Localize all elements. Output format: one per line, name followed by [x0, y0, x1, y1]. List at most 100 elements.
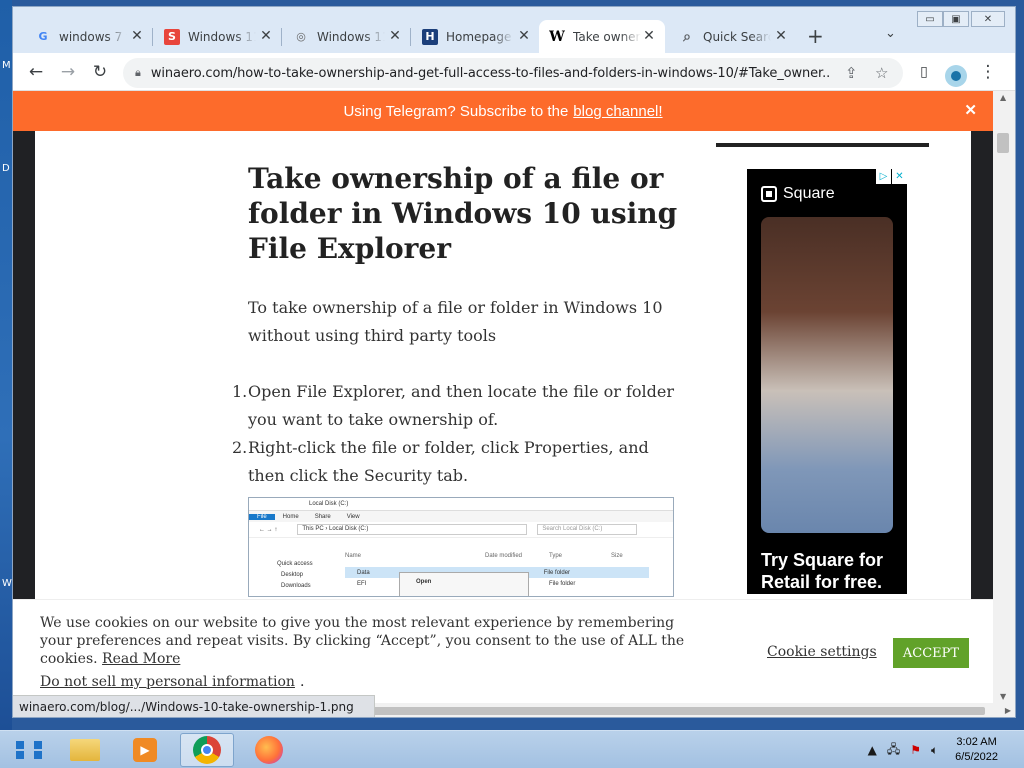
close-tab-icon[interactable]: ✕ — [387, 28, 403, 44]
url-text[interactable]: winaero.com/how-to-take-ownership-and-ge… — [151, 66, 831, 81]
list-item: 1. Open File Explorer, and then locate th… — [232, 382, 675, 429]
maximize-button[interactable]: ▣ — [943, 11, 969, 27]
screenshot-context-menu: Open — [399, 572, 529, 596]
tab-homepage[interactable]: H Homepage ✕ — [412, 20, 540, 53]
tab-windows7-taskbar[interactable]: G windows 7 taskbar ✕ — [25, 20, 153, 53]
article: Take ownership of a file or folder in Wi… — [232, 161, 678, 490]
chrome-icon — [193, 736, 221, 764]
tab-windows11-b[interactable]: ◎ Windows 11 ✕ — [283, 20, 411, 53]
square-logo-icon — [761, 186, 777, 202]
blog-channel-link[interactable]: blog channel! — [573, 103, 662, 120]
forward-button[interactable]: → — [57, 61, 79, 83]
column-header: Type — [549, 552, 563, 559]
table-cell: File folder — [549, 580, 576, 587]
scroll-up-icon[interactable]: ▲ — [1000, 93, 1006, 102]
desktop-strip: M D W — [0, 0, 12, 730]
close-tab-icon[interactable]: ✕ — [773, 28, 789, 44]
media-player-taskbar-button[interactable]: ▶ — [118, 733, 172, 767]
ad-headline: Try Square for Retail for free. — [761, 550, 884, 592]
action-center-icon[interactable]: ⚑ — [910, 743, 921, 757]
tab-title: Homepage — [446, 29, 512, 44]
start-button[interactable] — [8, 733, 44, 767]
tab-windows11-a[interactable]: S Windows 11 ✕ — [154, 20, 282, 53]
article-screenshot-image[interactable]: Local Disk (C:) File Home Share View ← →… — [248, 497, 674, 597]
tab-strip: ▭ ▣ ✕ G windows 7 taskbar ✕ S Windows 11… — [13, 7, 1015, 53]
menu-dots-icon[interactable]: ⋮ — [977, 61, 999, 83]
show-hidden-icons-icon[interactable]: ▲ — [868, 743, 877, 757]
ribbon-tab: File — [249, 513, 275, 520]
tab-title: Quick Search — [703, 29, 771, 44]
close-tab-icon[interactable]: ✕ — [641, 28, 657, 44]
close-tab-icon[interactable]: ✕ — [258, 28, 274, 44]
network-icon[interactable]: 🖧︎ — [887, 740, 900, 761]
tab-title: Take ownership — [573, 29, 641, 44]
tab-take-ownership[interactable]: W Take ownership ✕ — [539, 20, 665, 53]
desktop-icon-label: D — [2, 163, 10, 174]
scroll-thumb[interactable] — [345, 707, 985, 715]
tab-quick-search[interactable]: ⌕ Quick Search ✕ — [669, 20, 797, 53]
horizontal-scrollbar[interactable]: ▶ — [343, 703, 1015, 717]
read-more-link[interactable]: Read More — [102, 651, 180, 667]
close-window-button[interactable]: ✕ — [971, 11, 1005, 27]
file-explorer-taskbar-button[interactable] — [58, 733, 112, 767]
sidebar-divider — [716, 143, 929, 147]
site-favicon-icon: H — [422, 28, 438, 45]
close-tab-icon[interactable]: ✕ — [516, 28, 532, 44]
banner-text: Using Telegram? Subscribe to the — [343, 102, 569, 120]
ad-photo-image — [761, 217, 893, 533]
system-tray: ▲ 🖧︎ ⚑ 🔈︎ 3:02 AM 6/5/2022 — [863, 731, 1024, 768]
site-favicon-icon: S — [164, 28, 180, 45]
maximize-icon: ▣ — [951, 13, 961, 25]
column-header: Date modified — [485, 552, 523, 559]
firefox-taskbar-button[interactable] — [242, 733, 296, 767]
vertical-scrollbar[interactable]: ▲ ▼ — [993, 91, 1015, 703]
article-intro: To take ownership of a file or folder in… — [248, 298, 663, 345]
article-heading: Take ownership of a file or folder in Wi… — [248, 162, 678, 265]
close-tab-icon[interactable]: ✕ — [129, 28, 145, 44]
google-favicon-icon: G — [38, 30, 48, 43]
reload-button[interactable]: ↻ — [89, 61, 111, 83]
desktop-icon-label: W — [2, 578, 12, 589]
new-tab-button[interactable]: + — [807, 26, 824, 46]
tab-title: Windows 11 — [188, 29, 256, 44]
chrome-taskbar-button[interactable] — [180, 733, 234, 767]
table-row: EFI — [357, 580, 367, 587]
folder-icon — [70, 739, 100, 761]
screenshot-address: This PC › Local Disk (C:) — [297, 524, 528, 535]
list-item: 2. Right-click the file or folder, click … — [232, 438, 649, 485]
volume-icon[interactable]: 🔈︎ — [931, 743, 938, 758]
back-button[interactable]: ← — [25, 61, 47, 83]
winaero-favicon-icon: W — [549, 28, 565, 45]
accept-cookies-button[interactable]: ACCEPT — [893, 638, 969, 668]
taskbar: ▶ ▲ 🖧︎ ⚑ 🔈︎ 3:02 AM 6/5/2022 — [0, 730, 1024, 768]
page-viewport: Using Telegram? Subscribe to the blog ch… — [13, 91, 993, 703]
column-header: Size — [611, 552, 623, 559]
cookie-settings-link[interactable]: Cookie settings — [767, 644, 877, 660]
tab-search-chevron-icon[interactable]: ⌄ — [885, 26, 896, 41]
scroll-right-icon[interactable]: ▶ — [1005, 706, 1011, 715]
lock-icon[interactable]: 🔒︎ — [135, 66, 141, 80]
clock[interactable]: 3:02 AM 6/5/2022 — [955, 735, 998, 765]
browser-window: ▭ ▣ ✕ G windows 7 taskbar ✕ S Windows 11… — [12, 6, 1016, 718]
square-ad[interactable]: ▷ ✕ Square Try Square for Retail for fre… — [747, 169, 907, 594]
scroll-down-icon[interactable]: ▼ — [1000, 692, 1006, 701]
minimize-button[interactable]: ▭ — [917, 11, 943, 27]
ad-close-icon[interactable]: ✕ — [892, 169, 907, 184]
clock-date: 6/5/2022 — [955, 751, 998, 763]
adchoices-icon[interactable]: ▷ — [876, 169, 891, 184]
cookie-text: We use cookies on our website to give yo… — [40, 615, 685, 667]
nav-item: Desktop — [281, 571, 304, 578]
screenshot-search: Search Local Disk (C:) — [537, 524, 638, 535]
do-not-sell-link[interactable]: Do not sell my personal information — [40, 674, 295, 690]
desktop-icon-label: M — [2, 60, 11, 71]
scroll-thumb[interactable] — [997, 133, 1009, 153]
profile-avatar[interactable] — [945, 65, 967, 87]
cookie-consent-bar: We use cookies on our website to give yo… — [13, 599, 993, 703]
side-panel-icon[interactable]: ▯ — [913, 61, 935, 83]
bookmark-star-icon[interactable]: ☆ — [875, 64, 888, 82]
banner-close-icon[interactable]: ✕ — [964, 101, 977, 119]
address-bar[interactable]: 🔒︎ winaero.com/how-to-take-ownership-and… — [123, 58, 903, 88]
nav-item: Downloads — [281, 582, 311, 589]
share-icon[interactable]: ⇪ — [845, 64, 858, 82]
ribbon-tab: Home — [282, 513, 299, 520]
